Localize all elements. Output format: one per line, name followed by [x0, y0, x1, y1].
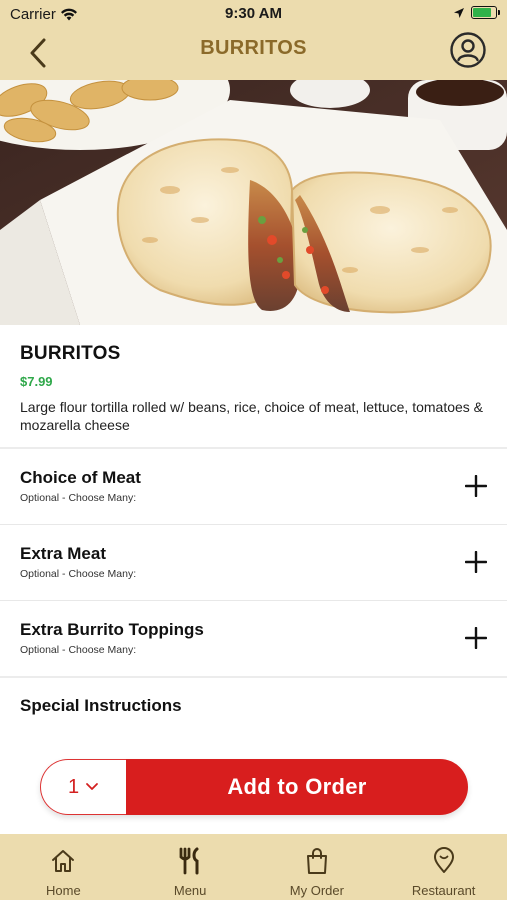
item-title: BURRITOS	[20, 343, 121, 364]
option-title: Extra Burrito Toppings	[20, 620, 204, 639]
item-description: Large flour tortilla rolled w/ beans, ri…	[20, 399, 484, 433]
location-arrow-icon	[454, 7, 464, 18]
plus-icon[interactable]	[465, 627, 487, 649]
special-instructions[interactable]: Special Instructions	[0, 676, 507, 734]
status-time: 9:30 AM	[225, 5, 282, 22]
burrito-image	[0, 80, 507, 325]
order-bar: 1 Add to Order	[40, 759, 468, 815]
status-right	[453, 6, 500, 19]
user-circle-icon	[450, 32, 486, 68]
quantity-select[interactable]: 1	[40, 759, 126, 815]
option-extra-meat[interactable]: Extra Meat Optional - Choose Many:	[0, 525, 507, 601]
quantity-value: 1	[67, 775, 80, 798]
option-subtitle: Optional - Choose Many:	[20, 644, 137, 656]
profile-button[interactable]	[449, 31, 487, 69]
option-choice-of-meat[interactable]: Choice of Meat Optional - Choose Many:	[0, 449, 507, 525]
plus-icon[interactable]	[465, 475, 487, 497]
tab-label: My Order	[289, 883, 344, 898]
tab-label: Restaurant	[411, 883, 476, 898]
option-extra-burrito-toppings[interactable]: Extra Burrito Toppings Optional - Choose…	[0, 601, 507, 677]
home-icon	[52, 850, 75, 872]
option-subtitle: Optional - Choose Many:	[20, 492, 137, 504]
plus-icon[interactable]	[465, 551, 487, 573]
tab-restaurant[interactable]: Restaurant	[380, 834, 507, 900]
item-info: BURRITOS $7.99 Large flour tortilla roll…	[0, 325, 507, 449]
item-price: $7.99	[20, 374, 53, 389]
tab-label: Menu	[173, 883, 207, 898]
battery-level	[473, 8, 491, 17]
tab-home[interactable]: Home	[0, 834, 127, 900]
item-photo	[0, 80, 507, 325]
tab-label: Home	[46, 883, 81, 898]
option-title: Choice of Meat	[20, 468, 141, 487]
special-instructions-label: Special Instructions	[20, 696, 182, 715]
page-title: BURRITOS	[200, 37, 307, 59]
add-to-order-button[interactable]: Add to Order	[126, 759, 468, 815]
chevron-down-icon	[86, 783, 98, 790]
location-pin-icon	[433, 847, 454, 873]
nav-bar: BURRITOS	[0, 28, 507, 80]
battery-icon	[471, 6, 500, 19]
option-subtitle: Optional - Choose Many:	[20, 568, 137, 580]
shopping-bag-icon	[306, 848, 327, 874]
status-bar: Carrier 9:30 AM	[0, 0, 507, 28]
fork-knife-icon	[179, 847, 199, 875]
tab-my-order[interactable]: My Order	[254, 834, 381, 900]
option-title: Extra Meat	[20, 544, 106, 563]
tab-menu[interactable]: Menu	[127, 834, 254, 900]
tab-bar: Home Menu My Order Restaurant	[0, 834, 507, 900]
